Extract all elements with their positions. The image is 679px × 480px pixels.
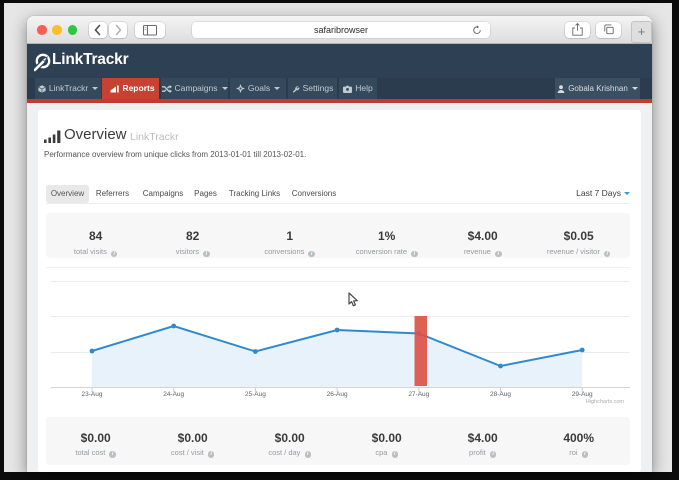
svg-text:28-Aug: 28-Aug: [490, 391, 511, 398]
svg-text:23-Aug: 23-Aug: [82, 391, 103, 398]
svg-text:27-Aug: 27-Aug: [408, 391, 429, 398]
svg-text:24-Aug: 24-Aug: [163, 391, 184, 398]
svg-text:25-Aug: 25-Aug: [245, 391, 266, 398]
svg-text:Highcharts.com: Highcharts.com: [586, 399, 625, 405]
svg-text:26-Aug: 26-Aug: [327, 391, 348, 398]
svg-text:29-Aug: 29-Aug: [572, 391, 593, 398]
